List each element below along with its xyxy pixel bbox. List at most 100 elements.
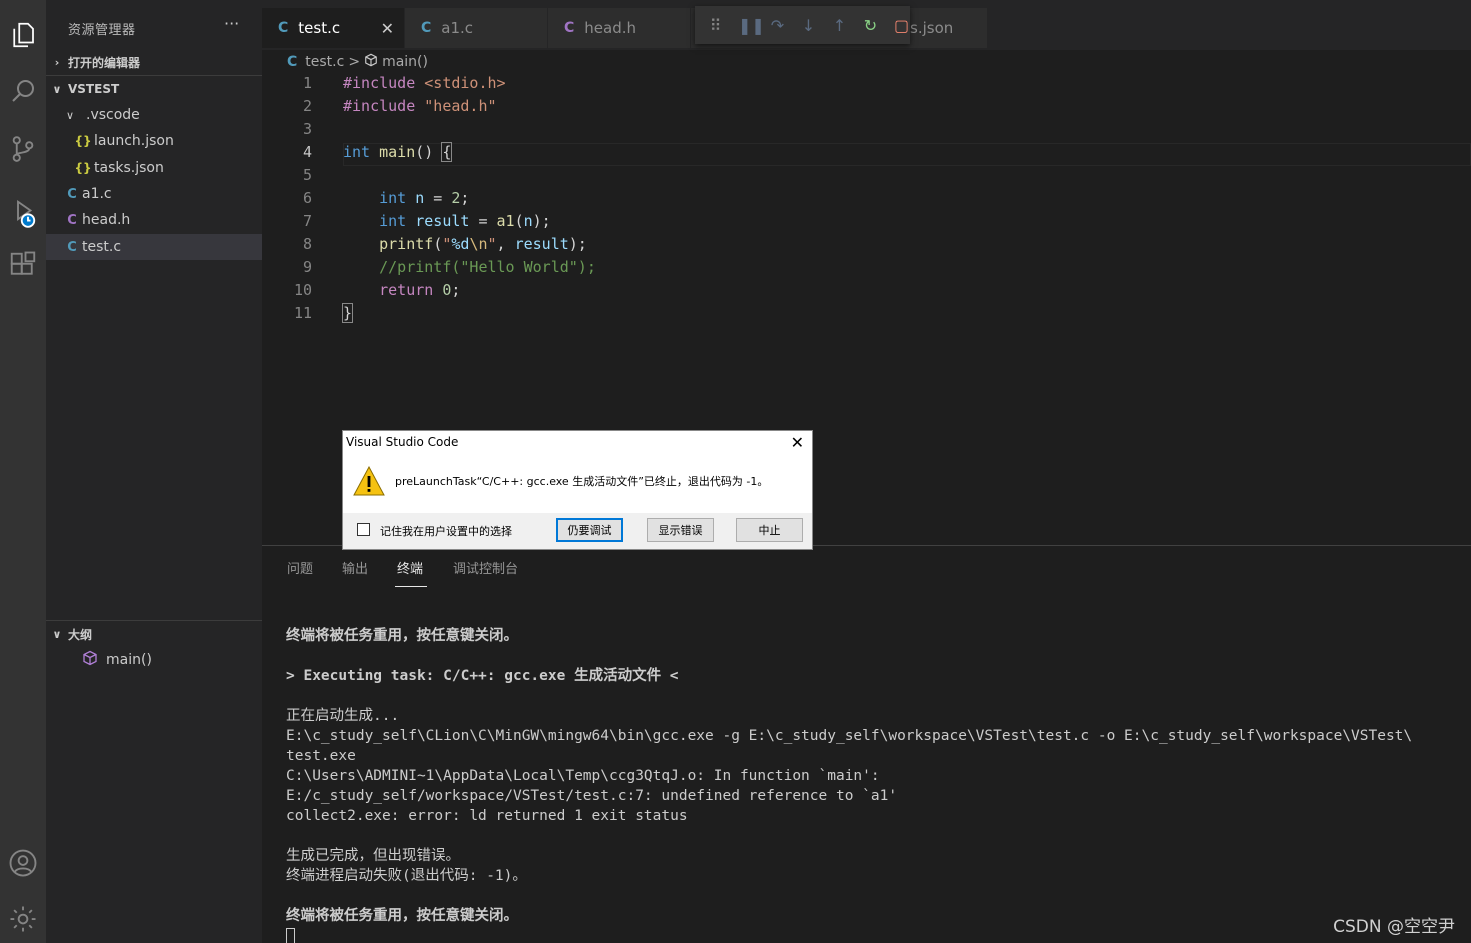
tree-item-label: tasks.json <box>94 160 164 176</box>
debug-toolbar: ⠿ ❚❚ ↷ ↓ ↑ ↻ ▢ <box>695 6 910 44</box>
more-actions-icon[interactable]: ··· <box>224 14 239 33</box>
code-line: 2 #include "head.h" <box>262 97 1471 120</box>
stop-icon[interactable]: ▢ <box>893 16 910 35</box>
settings-gear-icon[interactable] <box>0 896 46 942</box>
tree-item-head-h[interactable]: C head.h <box>46 207 262 233</box>
remember-choice-checkbox[interactable] <box>357 523 370 536</box>
h-file-icon: C <box>564 20 575 36</box>
open-editors-section[interactable]: › 打开的编辑器 <box>46 50 262 74</box>
dialog-title: Visual Studio Code <box>346 435 459 449</box>
code-line: 7 int result = a1(n); <box>262 212 1471 235</box>
drag-handle-icon[interactable]: ⠿ <box>707 16 724 35</box>
breadcrumb-symbol[interactable]: main() <box>382 54 428 70</box>
terminal-line: 终端将被任务重用，按任意键关闭。 <box>286 908 518 924</box>
chevron-down-icon: ∨ <box>66 108 75 122</box>
outline-label: 大纲 <box>68 627 93 642</box>
line-number: 5 <box>302 166 312 184</box>
code-line: 9 //printf("Hello World"); <box>262 258 1471 281</box>
c-file-icon: C <box>67 239 77 255</box>
bottom-panel: 问题 输出 终端 调试控制台 终端将被任务重用，按任意键关闭。 > Executi… <box>262 545 1471 943</box>
code-line-current: 4 int main() { <box>262 142 1471 166</box>
explorer-sidebar: 资源管理器 ··· › 打开的编辑器 ∨ VSTEST ∨ .vscode {}… <box>46 0 262 943</box>
tab-label: test.c <box>298 19 341 37</box>
terminal-line: 终端将被任务重用，按任意键关闭。 <box>286 628 518 644</box>
code-line: 6 int n = 2; <box>262 189 1471 212</box>
tab-problems[interactable]: 问题 <box>287 558 313 577</box>
step-over-icon[interactable]: ↷ <box>769 16 786 35</box>
terminal-cursor <box>286 926 1412 943</box>
debug-anyway-button[interactable]: 仍要调试 <box>556 518 623 542</box>
terminal-line: 正在启动生成... <box>286 708 400 724</box>
terminal-output[interactable]: 终端将被任务重用，按任意键关闭。 > Executing task: C/C++:… <box>286 626 1412 943</box>
active-tab-indicator <box>395 586 427 587</box>
code-line: 8 printf("%d\n", result); <box>262 235 1471 258</box>
line-number: 2 <box>302 97 312 115</box>
breadcrumb-file[interactable]: test.c <box>305 54 344 70</box>
abort-button[interactable]: 中止 <box>736 518 803 542</box>
step-out-icon[interactable]: ↑ <box>831 16 848 35</box>
c-file-icon: C <box>421 20 432 36</box>
tree-item-label: a1.c <box>82 186 112 202</box>
tree-item-a1-c[interactable]: C a1.c <box>46 181 262 207</box>
tree-item-label: head.h <box>82 212 131 228</box>
terminal-line: 生成已完成，但出现错误。 <box>286 848 460 864</box>
chevron-down-icon: ∨ <box>52 82 62 96</box>
tree-item-label: launch.json <box>94 133 174 149</box>
workspace-section[interactable]: ∨ VSTEST <box>46 77 262 101</box>
source-control-icon[interactable] <box>0 126 46 172</box>
tree-item-launch-json[interactable]: {} launch.json <box>46 128 262 154</box>
outline-item-label: main() <box>106 652 152 668</box>
remember-choice-label: 记住我在用户设置中的选择 <box>380 525 512 538</box>
sidebar-title: 资源管理器 <box>68 23 136 38</box>
tab-debug-console[interactable]: 调试控制台 <box>453 558 518 577</box>
run-debug-icon[interactable] <box>0 190 46 236</box>
c-file-icon: C <box>287 54 298 70</box>
close-icon[interactable]: ✕ <box>381 19 394 38</box>
restart-icon[interactable]: ↻ <box>862 16 879 35</box>
current-line-highlight <box>343 143 1471 166</box>
tab-a1-c[interactable]: C a1.c <box>405 8 547 48</box>
tab-terminal[interactable]: 终端 <box>397 558 423 577</box>
terminal-line: > Executing task: C/C++: gcc.exe 生成活动文件 … <box>286 668 679 684</box>
code-line: 1 #include <stdio.h> <box>262 74 1471 97</box>
tab-label: s.json <box>910 19 954 37</box>
line-number: 3 <box>302 120 312 138</box>
search-icon[interactable] <box>0 68 46 114</box>
outline-item-main[interactable]: main() <box>46 647 262 673</box>
line-number: 7 <box>302 212 312 230</box>
explorer-icon[interactable] <box>0 12 46 58</box>
line-number: 1 <box>302 74 312 92</box>
tab-head-h[interactable]: C head.h <box>548 8 690 48</box>
dialog-footer: 记住我在用户设置中的选择 仍要调试 显示错误 中止 <box>343 513 812 549</box>
account-icon[interactable] <box>0 840 46 886</box>
close-icon[interactable]: ✕ <box>791 433 804 452</box>
line-number: 11 <box>293 304 312 322</box>
tree-item-test-c[interactable]: C test.c <box>46 234 262 260</box>
warning-icon <box>353 465 385 500</box>
tab-test-c[interactable]: C test.c ✕ <box>262 8 404 48</box>
code-line: 10 return 0; <box>262 281 1471 304</box>
extensions-icon[interactable] <box>0 242 46 288</box>
dialog-message: preLaunchTask“C/C++: gcc.exe 生成活动文件”已终止，… <box>395 475 769 488</box>
tab-output[interactable]: 输出 <box>342 558 368 577</box>
line-number: 6 <box>302 189 312 207</box>
code-line: 5 <box>262 166 1471 189</box>
outline-section[interactable]: ∨ 大纲 <box>46 622 262 646</box>
method-cube-icon <box>364 53 378 71</box>
terminal-line: 终端进程启动失败(退出代码: -1)。 <box>286 868 527 884</box>
pause-icon[interactable]: ❚❚ <box>738 16 765 35</box>
code-line: 3 <box>262 120 1471 143</box>
tree-item-tasks-json[interactable]: {} tasks.json <box>46 155 262 181</box>
line-number: 4 <box>302 143 312 161</box>
json-file-icon: {} <box>74 134 92 148</box>
step-into-icon[interactable]: ↓ <box>800 16 817 35</box>
tree-item-vscode-folder[interactable]: ∨ .vscode <box>46 102 262 128</box>
tab-label: head.h <box>584 19 637 37</box>
c-file-icon: C <box>67 186 77 202</box>
show-errors-button[interactable]: 显示错误 <box>647 518 714 542</box>
method-cube-icon <box>82 650 106 670</box>
